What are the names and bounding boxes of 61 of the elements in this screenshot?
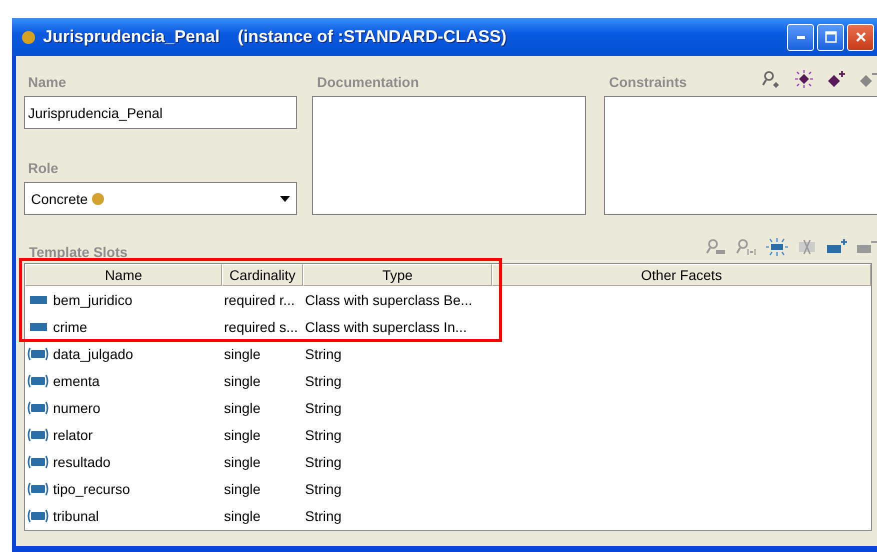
cardinality-cell-text: single xyxy=(223,372,262,388)
type-cell-text: String xyxy=(304,480,343,496)
close-icon xyxy=(854,30,868,44)
slot-name: data_julgado xyxy=(53,346,134,362)
slot-name: crime xyxy=(53,318,88,334)
type-cell-text: Class with superclass Be... xyxy=(304,292,474,308)
role-label: Role xyxy=(28,160,60,176)
slot-name: tribunal xyxy=(53,508,99,524)
concrete-dot-icon xyxy=(92,192,104,204)
close-button[interactable] xyxy=(847,24,874,50)
name-field[interactable]: Jurisprudencia_Penal xyxy=(24,96,297,129)
type-cell-text: String xyxy=(304,426,343,442)
search-icon[interactable] xyxy=(762,70,782,88)
column-header[interactable]: Other Facets xyxy=(492,264,871,286)
maximize-button[interactable] xyxy=(817,24,844,50)
add-slot-icon[interactable] xyxy=(826,238,848,256)
constraints-field[interactable] xyxy=(604,96,877,215)
type-cell-text: Class with superclass In... xyxy=(304,318,468,334)
class-icon xyxy=(22,30,35,44)
type-cell-text: String xyxy=(304,372,343,388)
window-subtitle: (instance of :STANDARD-CLASS) xyxy=(238,27,507,47)
type-cell-text: String xyxy=(304,508,343,524)
slot-name: numero xyxy=(53,400,100,416)
diamond-burst-icon[interactable] xyxy=(794,70,814,88)
slot-name: relator xyxy=(53,426,93,442)
type-cell-text: String xyxy=(304,454,343,470)
minimize-icon xyxy=(796,36,804,38)
cardinality-cell-text: single xyxy=(223,508,262,524)
documentation-label: Documentation xyxy=(317,74,420,90)
slot-name: resultado xyxy=(53,454,111,470)
slot-burst-icon[interactable] xyxy=(766,238,788,256)
slot-name: ementa xyxy=(53,372,100,388)
cardinality-cell-text: single xyxy=(223,400,262,416)
add-diamond-icon[interactable] xyxy=(826,70,846,88)
cardinality-cell-text: single xyxy=(223,346,262,362)
cardinality-cell-text: single xyxy=(223,480,262,496)
maximize-icon xyxy=(824,30,838,44)
type-cell-text: String xyxy=(304,346,343,362)
cardinality-cell-text: single xyxy=(223,426,262,442)
type-cell-text: String xyxy=(304,400,343,416)
search-icon[interactable] xyxy=(736,238,758,256)
slot-split-icon[interactable] xyxy=(796,238,818,256)
minimize-button[interactable] xyxy=(787,24,814,50)
window-title: Jurisprudencia_Penal xyxy=(43,27,220,47)
caret-icon xyxy=(280,196,290,202)
constraints-label: Constraints xyxy=(609,74,687,90)
column-header[interactable]: Type xyxy=(303,264,492,286)
name-label: Name xyxy=(28,74,68,90)
remove-diamond-icon[interactable] xyxy=(858,70,877,88)
column-header[interactable]: Name xyxy=(25,264,222,286)
documentation-field[interactable] xyxy=(312,96,586,215)
cardinality-cell-text: single xyxy=(223,454,262,470)
remove-slot-icon[interactable] xyxy=(856,238,877,256)
column-header[interactable]: Cardinality xyxy=(222,264,303,286)
search-icon[interactable] xyxy=(706,238,728,256)
slot-name: tipo_recurso xyxy=(53,480,130,496)
slot-name: bem_juridico xyxy=(53,292,132,308)
template-slots-label: Template Slots xyxy=(29,244,128,260)
cardinality-cell-text: required r... xyxy=(223,292,296,308)
role-dropdown[interactable]: Concrete xyxy=(24,182,297,215)
cardinality-cell-text: required s... xyxy=(223,318,299,334)
